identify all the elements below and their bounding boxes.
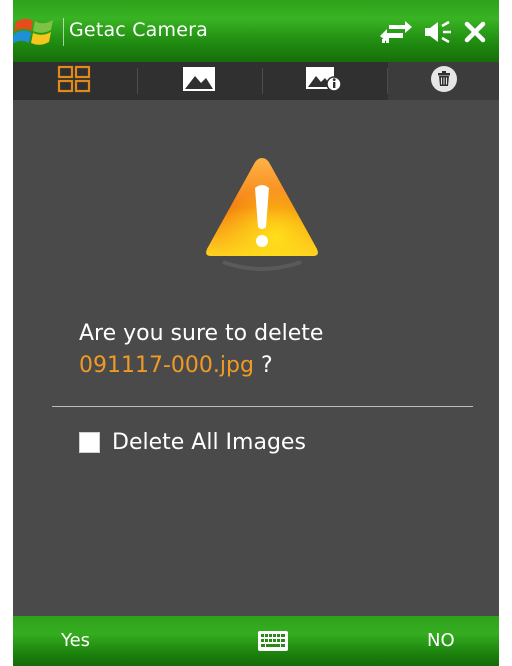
image-view-icon — [182, 66, 216, 96]
title-separator — [63, 18, 64, 46]
tab-thumbnails[interactable] — [13, 62, 134, 100]
divider — [52, 406, 473, 407]
keyboard-icon[interactable] — [257, 630, 289, 652]
delete-all-label[interactable]: Delete All Images — [112, 430, 306, 455]
yes-softkey[interactable]: Yes — [61, 630, 90, 651]
filename-line: 091117-000.jpg ? — [79, 350, 323, 382]
speaker-icon[interactable] — [423, 20, 453, 44]
image-info-icon — [305, 65, 343, 97]
tab-image-info[interactable] — [263, 62, 384, 100]
question-text: Are you sure to delete — [79, 321, 324, 346]
delete-all-images-option[interactable]: Delete All Images — [79, 430, 306, 455]
warning-icon — [203, 154, 321, 280]
windows-start-flag-icon[interactable] — [13, 14, 57, 48]
app-window: Getac Camera Are you sure to delete 0911… — [13, 0, 499, 666]
delete-confirmation-message: Are you sure to delete 091117-000.jpg ? — [79, 318, 323, 382]
filename-text: 091117-000.jpg — [79, 353, 254, 378]
softkey-bar: Yes NO — [13, 616, 499, 666]
no-softkey[interactable]: NO — [427, 630, 455, 651]
delete-all-checkbox[interactable] — [79, 432, 100, 453]
thumbnail-grid-icon — [57, 65, 91, 97]
tab-bar — [13, 62, 499, 100]
app-title: Getac Camera — [69, 19, 208, 41]
tab-delete[interactable] — [388, 62, 499, 100]
connectivity-arrows-icon[interactable] — [379, 20, 413, 44]
title-bar: Getac Camera — [13, 0, 499, 62]
close-icon[interactable] — [463, 20, 487, 44]
question-mark: ? — [253, 353, 273, 378]
tab-image-view[interactable] — [138, 62, 259, 100]
trash-icon — [430, 65, 458, 97]
